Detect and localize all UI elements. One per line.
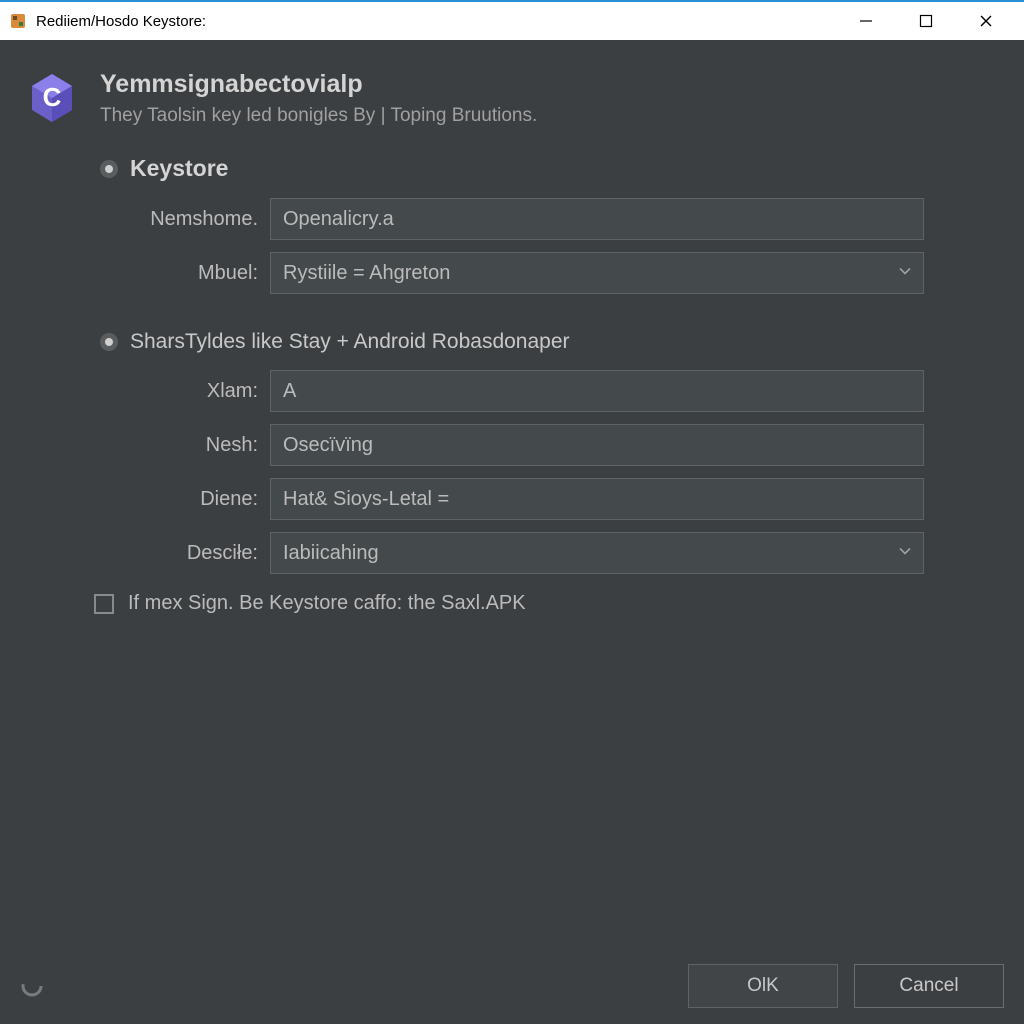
dialog-header: C Yemmsignabectovialp They Taolsin key l… <box>0 40 1024 155</box>
footer-left <box>20 974 688 998</box>
keystore-section-header[interactable]: Keystore <box>100 155 924 182</box>
xlam-label: Xlam: <box>130 380 270 403</box>
android-section-title: SharsTyldes like Stay + Android Robasdon… <box>130 330 570 354</box>
app-icon-small <box>8 11 28 31</box>
descile-select[interactable] <box>270 532 924 574</box>
maximize-button[interactable] <box>916 11 936 31</box>
radio-android-icon <box>100 333 118 351</box>
mbuel-select[interactable] <box>270 252 924 294</box>
app-logo-icon: C <box>24 70 80 126</box>
xlam-input[interactable] <box>270 370 924 412</box>
window-controls <box>856 11 1016 31</box>
svg-text:C: C <box>43 82 62 112</box>
nemshome-input[interactable] <box>270 198 924 240</box>
nesh-label: Nesh: <box>130 434 270 457</box>
spinner-icon <box>20 974 44 998</box>
nemshome-label: Nemshome. <box>130 208 270 231</box>
cancel-button[interactable]: Cancel <box>854 964 1004 1008</box>
mbuel-row: Mbuel: <box>130 252 924 294</box>
ok-button[interactable]: OlK <box>688 964 838 1008</box>
dialog-title: Yemmsignabectovialp <box>100 70 1000 99</box>
nemshome-row: Nemshome. <box>130 198 924 240</box>
nesh-input[interactable] <box>270 424 924 466</box>
android-section-header[interactable]: SharsTyldes like Stay + Android Robasdon… <box>100 330 924 354</box>
minimize-button[interactable] <box>856 11 876 31</box>
dialog-subtitle: They Taolsin key led bonigles By | Topin… <box>100 105 1000 127</box>
radio-keystore-icon <box>100 160 118 178</box>
window-title: Rediiem/Hosdo Keystore: <box>36 13 856 30</box>
keystore-section-title: Keystore <box>130 155 228 182</box>
checkbox-icon[interactable] <box>94 594 114 614</box>
header-text-block: Yemmsignabectovialp They Taolsin key led… <box>100 70 1000 127</box>
xlam-row: Xlam: <box>130 370 924 412</box>
sign-apk-checkbox-label: If mex Sign. Be Keystore caffo: the Saxl… <box>128 592 526 615</box>
diene-row: Diene: <box>130 478 924 520</box>
dialog-footer: OlK Cancel <box>0 948 1024 1024</box>
mbuel-label: Mbuel: <box>130 262 270 285</box>
titlebar: Rediiem/Hosdo Keystore: <box>0 0 1024 40</box>
sign-apk-checkbox-row[interactable]: If mex Sign. Be Keystore caffo: the Saxl… <box>94 592 924 615</box>
diene-label: Diene: <box>130 488 270 511</box>
footer-buttons: OlK Cancel <box>688 964 1004 1008</box>
form-body: Keystore Nemshome. Mbuel: SharsTyldes li… <box>0 155 1024 948</box>
close-button[interactable] <box>976 11 996 31</box>
nesh-row: Nesh: <box>130 424 924 466</box>
descile-row: Desciłe: <box>130 532 924 574</box>
descile-label: Desciłe: <box>130 542 270 565</box>
diene-input[interactable] <box>270 478 924 520</box>
